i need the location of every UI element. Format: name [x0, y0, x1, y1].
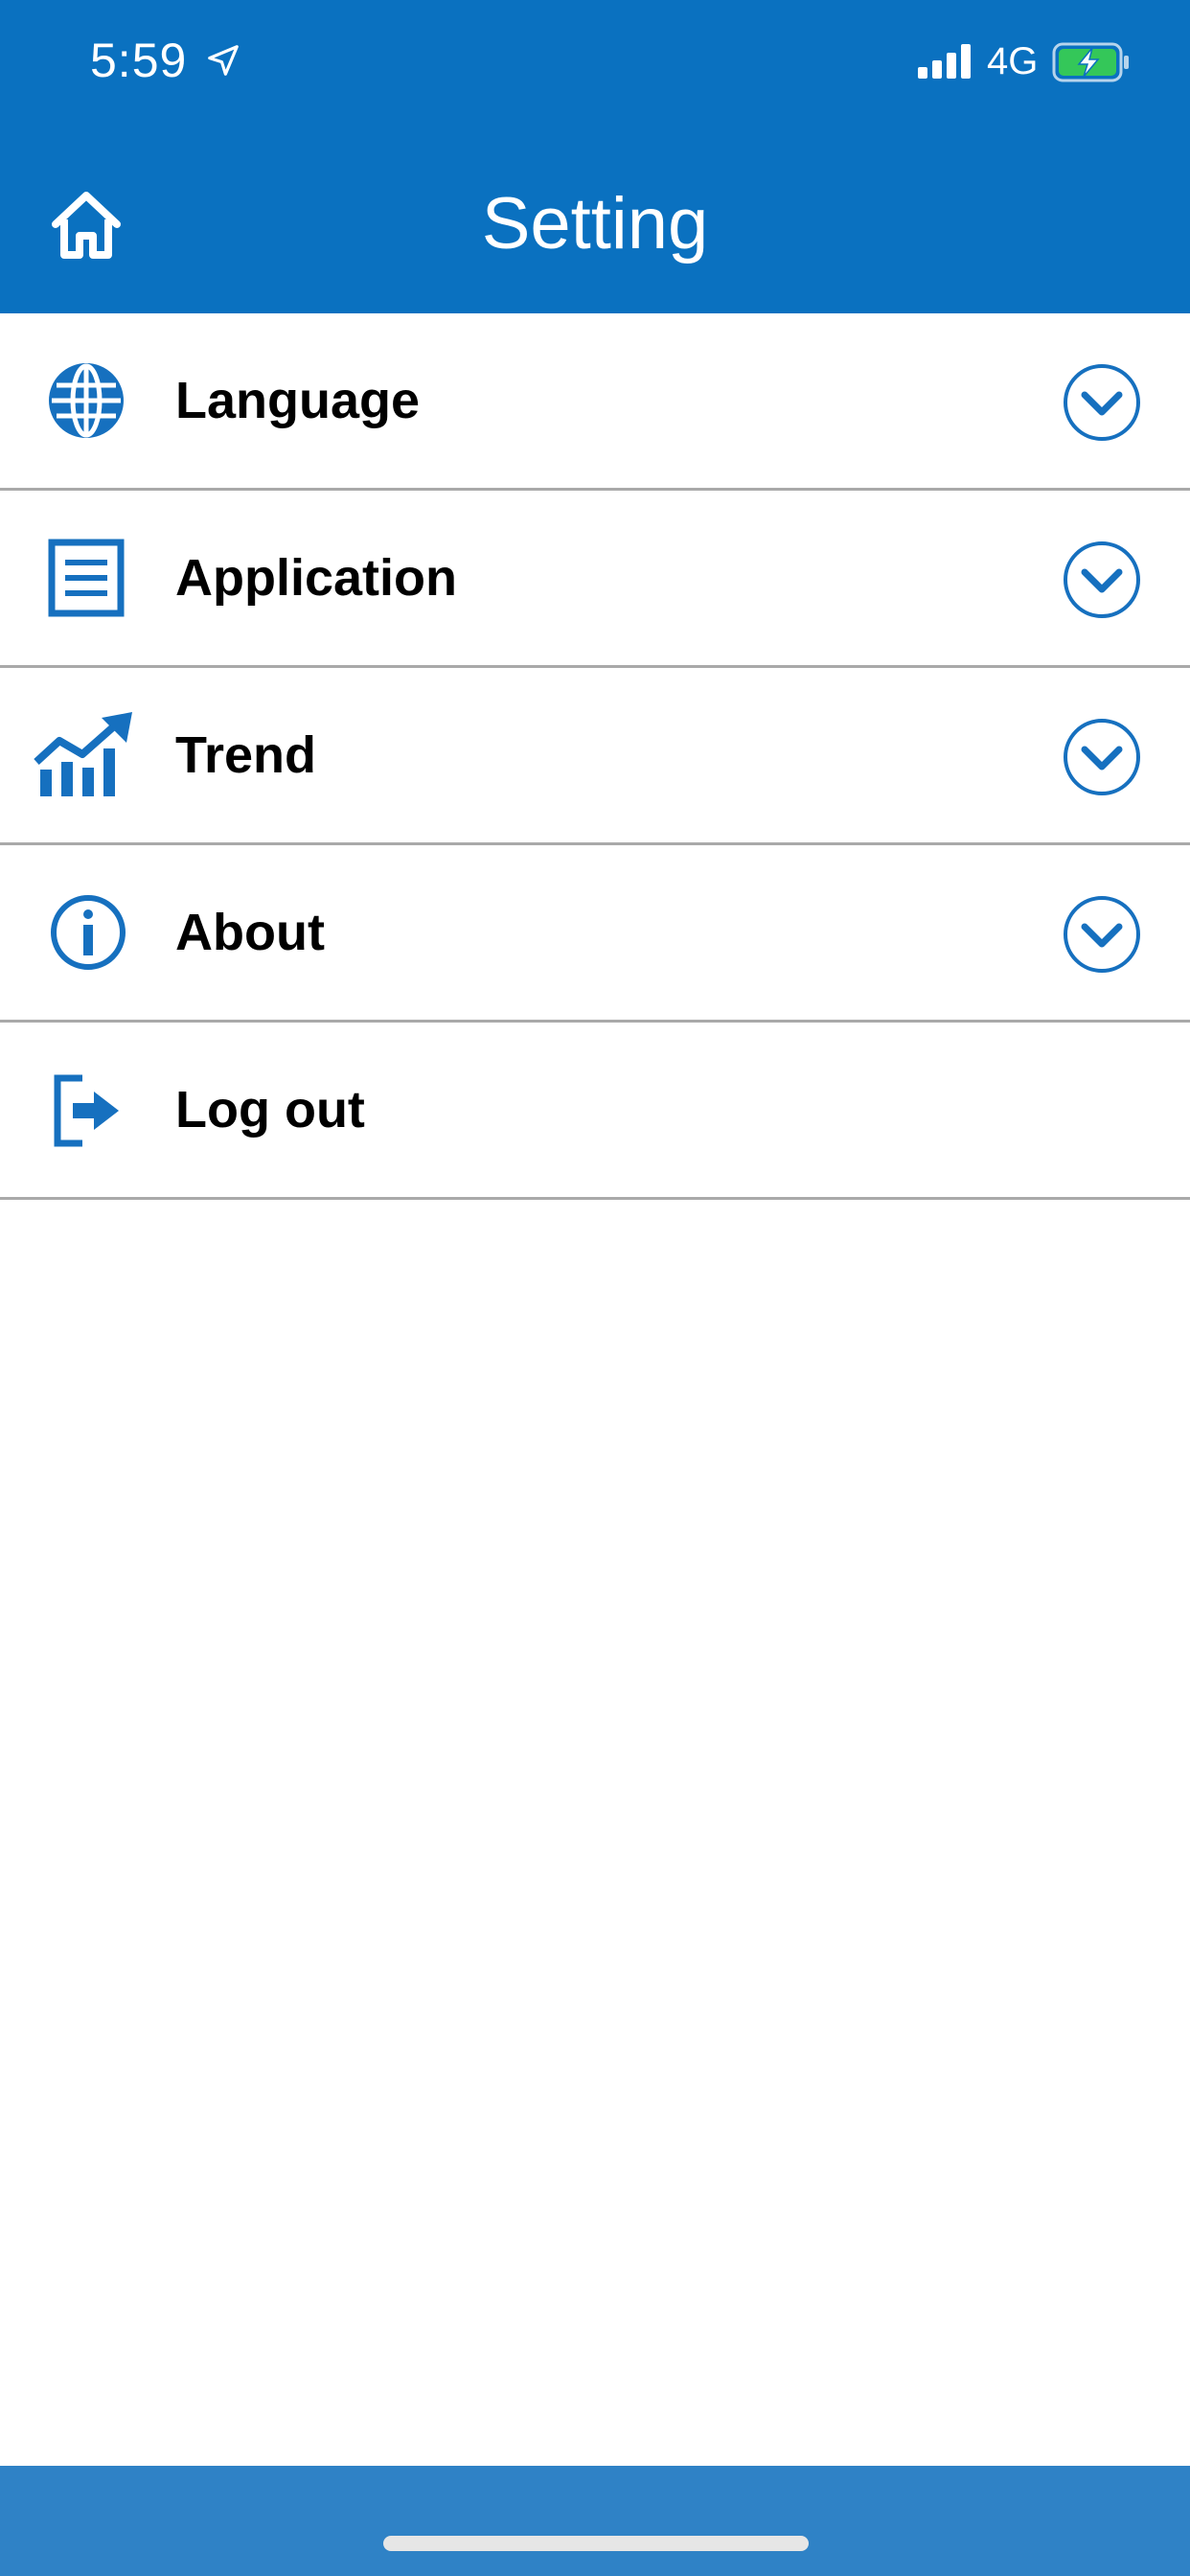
app-header: 5:59 4G Setting [0, 0, 1190, 313]
settings-item-label: Language [175, 372, 421, 429]
info-icon [51, 895, 126, 970]
chevron-down-circle-icon[interactable] [1062, 362, 1142, 443]
signal-bars-icon [918, 44, 971, 79]
bottom-bar [0, 2466, 1190, 2576]
battery-charging-icon [1052, 42, 1129, 82]
chevron-down-circle-icon[interactable] [1062, 540, 1142, 620]
logout-icon [54, 1074, 119, 1147]
settings-item-logout[interactable]: Log out [0, 1023, 1190, 1200]
settings-list: Language Application Trend About Log out [0, 313, 1190, 1200]
trend-chart-icon [34, 712, 132, 796]
settings-screen: 5:59 4G Setting Language Application Tre… [0, 0, 1190, 2576]
page-title: Setting [481, 183, 709, 264]
chevron-down-circle-icon[interactable] [1062, 894, 1142, 975]
location-arrow-icon [208, 45, 239, 76]
network-type: 4G [987, 40, 1039, 82]
settings-item-label: About [175, 904, 325, 961]
settings-item-trend[interactable]: Trend [0, 668, 1190, 845]
document-list-icon [48, 539, 125, 617]
globe-icon [49, 363, 124, 438]
home-indicator[interactable] [383, 2536, 809, 2551]
settings-item-label: Trend [175, 726, 317, 784]
settings-item-language[interactable]: Language [0, 313, 1190, 491]
settings-item-label: Log out [175, 1081, 365, 1138]
settings-item-label: Application [175, 549, 457, 607]
status-time: 5:59 [90, 34, 188, 87]
settings-item-about[interactable]: About [0, 845, 1190, 1023]
settings-item-application[interactable]: Application [0, 491, 1190, 668]
chevron-down-circle-icon[interactable] [1062, 717, 1142, 797]
